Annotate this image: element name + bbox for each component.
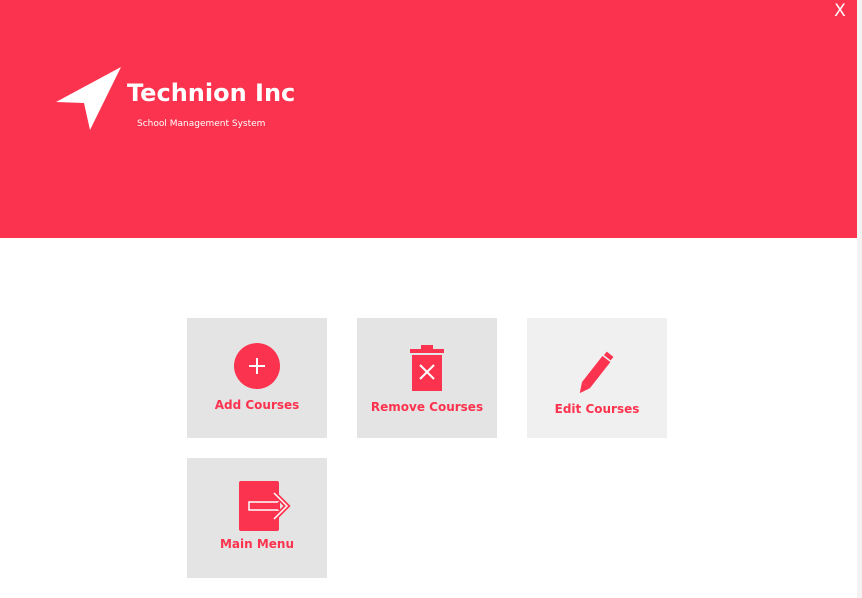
paper-plane-icon <box>56 67 121 130</box>
app-title: Technion Inc <box>127 79 296 107</box>
remove-courses-button[interactable]: Remove Courses <box>357 318 497 438</box>
header-banner: Technion Inc School Management System <box>0 0 857 238</box>
pencil-icon <box>579 349 616 394</box>
exit-icon <box>239 481 291 531</box>
app-subtitle: School Management System <box>137 119 266 129</box>
window-edge <box>857 0 862 598</box>
close-button[interactable]: X <box>830 0 850 22</box>
edit-courses-button[interactable]: Edit Courses <box>527 318 667 438</box>
trash-icon <box>410 345 444 391</box>
main-menu-button[interactable]: Main Menu <box>187 458 327 578</box>
course-management-window: Technion Inc School Management System X … <box>0 0 862 598</box>
add-courses-button[interactable]: Add Courses <box>187 318 327 438</box>
edit-courses-label: Edit Courses <box>554 402 640 416</box>
add-courses-label: Add Courses <box>214 398 300 412</box>
main-menu-label: Main Menu <box>219 537 295 551</box>
plus-circle-icon <box>234 343 280 389</box>
remove-courses-label: Remove Courses <box>370 400 484 414</box>
